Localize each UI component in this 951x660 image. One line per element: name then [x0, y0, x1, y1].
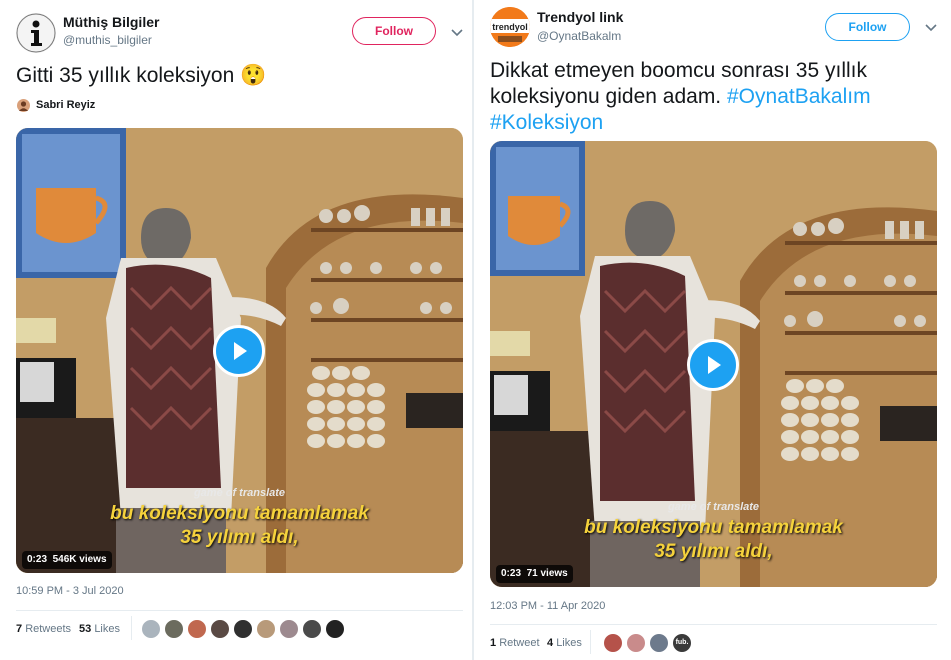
video-subtitle-line1: bu koleksiyonu tamamlamak — [584, 517, 843, 538]
liker-avatar[interactable] — [164, 619, 184, 639]
retweets-label: Retweets — [25, 623, 72, 635]
liker-avatar[interactable] — [325, 619, 345, 639]
video-duration-views: 0:23 71 views — [496, 565, 573, 583]
liker-avatar[interactable] — [302, 619, 322, 639]
retweets-count: 7 — [16, 623, 23, 635]
likes-stat[interactable]: 53 Likes — [79, 623, 120, 635]
retweets-stat[interactable]: 1 Retweet — [490, 637, 540, 649]
likes-stat[interactable]: 4 Likes — [547, 637, 582, 649]
likes-count: 4 — [547, 637, 554, 649]
video-subtitle-line2: 35 yılımı aldı, — [180, 527, 299, 548]
liker-avatar[interactable] — [626, 633, 646, 653]
tweet-timestamp[interactable]: 10:59 PM - 3 Jul 2020 — [16, 585, 124, 597]
video-duration-views: 0:23 546K views — [22, 551, 112, 569]
stats-divider — [590, 630, 591, 654]
display-name[interactable]: Trendyol link — [537, 9, 623, 25]
avatar[interactable]: trendyol — [490, 7, 530, 47]
liker-avatar[interactable] — [141, 619, 161, 639]
person-avatar-icon — [17, 99, 30, 112]
liker-avatar[interactable] — [603, 633, 623, 653]
play-button[interactable] — [687, 339, 739, 391]
chevron-down-icon[interactable] — [451, 28, 463, 38]
video-player[interactable]: game of translate bu koleksiyonu tamamla… — [490, 141, 937, 587]
tweet-timestamp[interactable]: 12:03 PM - 11 Apr 2020 — [490, 600, 605, 612]
liker-avatar[interactable] — [233, 619, 253, 639]
video-subtitle-small: game of translate — [193, 487, 286, 499]
liker-avatar[interactable] — [279, 619, 299, 639]
play-icon — [234, 342, 247, 360]
tweet-trendyol-link: trendyol Trendyol link @OynatBakalm Foll… — [474, 0, 951, 660]
retweets-stat[interactable]: 7 Retweets — [16, 623, 71, 635]
tweet-text: Dikkat etmeyen boomcu sonrası 35 yıllık … — [490, 58, 940, 136]
likes-label: Likes — [94, 623, 120, 635]
display-name[interactable]: Müthiş Bilgiler — [63, 14, 159, 30]
video-subtitle-line1: bu koleksiyonu tamamlamak — [110, 503, 369, 524]
liker-avatar[interactable]: fub. — [672, 633, 692, 653]
likes-label: Likes — [556, 637, 582, 649]
divider — [16, 610, 463, 611]
liker-avatar[interactable] — [187, 619, 207, 639]
stats-divider — [131, 616, 132, 640]
tweet-text: Gitti 35 yıllık koleksiyon 😲 — [16, 64, 267, 87]
retweets-count: 1 — [490, 637, 497, 649]
liker-avatar[interactable] — [210, 619, 230, 639]
video-player[interactable]: game of translate bu koleksiyonu tamamla… — [16, 128, 463, 573]
video-subtitle-line2: 35 yılımı aldı, — [654, 541, 773, 562]
retweeter-avatar[interactable] — [17, 99, 30, 112]
retweeter-name[interactable]: Sabri Reyiz — [36, 99, 95, 111]
follow-button[interactable]: Follow — [825, 13, 910, 41]
tweet-muthis-bilgiler: Müthiş Bilgiler @muthis_bilgiler Follow … — [0, 0, 472, 660]
video-views: 71 views — [526, 568, 568, 579]
video-views: 546K views — [52, 554, 107, 565]
user-handle[interactable]: @OynatBakalm — [537, 29, 621, 43]
hashtag-koleksiyon[interactable]: #Koleksiyon — [490, 111, 603, 134]
video-subtitle-small: game of translate — [667, 501, 760, 513]
play-button[interactable] — [213, 325, 265, 377]
video-duration: 0:23 — [27, 554, 48, 565]
follow-button[interactable]: Follow — [352, 17, 436, 45]
video-duration: 0:23 — [501, 568, 522, 579]
divider — [490, 624, 937, 625]
avatar[interactable] — [16, 13, 56, 53]
trendyol-logo-icon: trendyol — [490, 7, 530, 47]
user-handle[interactable]: @muthis_bilgiler — [63, 33, 152, 47]
chevron-down-icon[interactable] — [925, 23, 937, 33]
hashtag-oynatbakalim[interactable]: #OynatBakalım — [727, 85, 871, 108]
retweets-label: Retweet — [499, 637, 540, 649]
likes-count: 53 — [79, 623, 92, 635]
liker-avatar[interactable] — [256, 619, 276, 639]
avatar-text: trendyol — [492, 22, 528, 32]
info-logo-icon — [16, 13, 56, 53]
liker-avatar[interactable] — [649, 633, 669, 653]
play-icon — [708, 356, 721, 374]
